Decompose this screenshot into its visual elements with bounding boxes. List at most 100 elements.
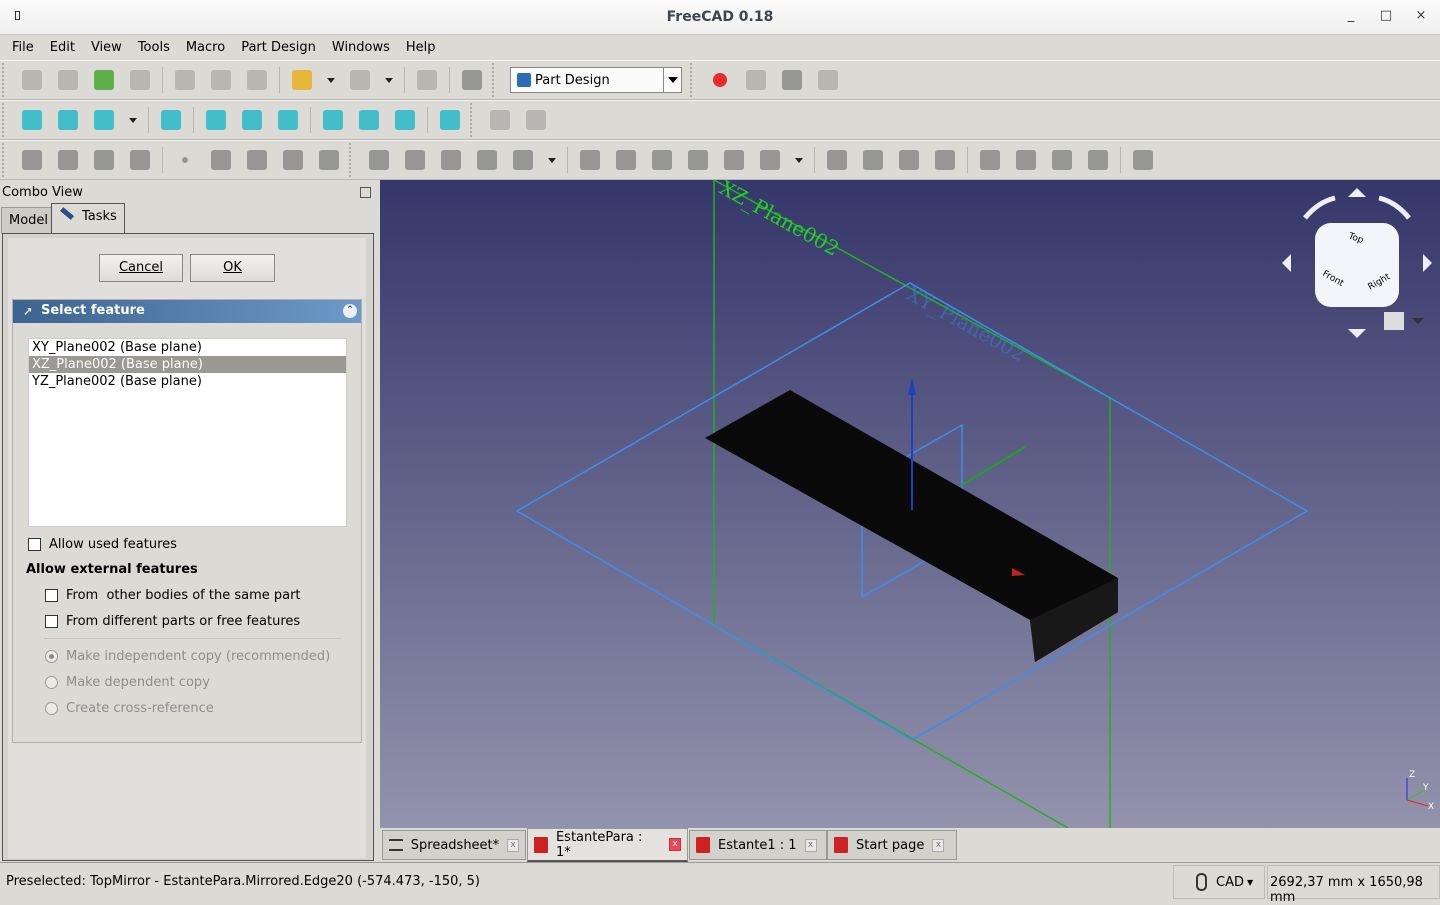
right-view-icon[interactable]	[270, 105, 306, 135]
chamfer-icon[interactable]	[1008, 145, 1044, 175]
import-icon[interactable]	[86, 65, 122, 95]
datum-point-icon[interactable]	[167, 145, 203, 175]
tab-estante1[interactable]: Estante1 : 1x	[689, 830, 827, 860]
close-tab-icon[interactable]: x	[932, 838, 945, 852]
undo-icon[interactable]	[284, 65, 320, 95]
menu-file[interactable]: File	[4, 40, 42, 55]
fillet-icon[interactable]	[972, 145, 1008, 175]
close-tab-icon[interactable]: x	[804, 838, 817, 852]
left-view-icon[interactable]	[387, 105, 423, 135]
toolbar-grip[interactable]	[2, 63, 10, 97]
minimize-button[interactable]: _	[1341, 8, 1361, 23]
subtractive-primitive-icon[interactable]	[752, 145, 788, 175]
clone-icon[interactable]	[311, 145, 347, 175]
additive-loft-icon[interactable]	[433, 145, 469, 175]
validate-sketch-icon[interactable]	[86, 145, 122, 175]
tab-model[interactable]: Model	[1, 207, 57, 234]
tab-spreadsheet[interactable]: Spreadsheet* x	[382, 830, 526, 860]
dropdown-arrow-icon[interactable]	[122, 105, 144, 135]
menu-part-design[interactable]: Part Design	[233, 40, 324, 55]
workbench-selector[interactable]: Part Design	[510, 67, 682, 93]
create-sketch-icon[interactable]	[50, 145, 86, 175]
dropdown-arrow-icon[interactable]	[788, 145, 810, 175]
mirrored-icon[interactable]	[819, 145, 855, 175]
copy-icon[interactable]	[203, 65, 239, 95]
menu-help[interactable]: Help	[398, 40, 444, 55]
allow-used-features-checkbox[interactable]: Allow used features	[28, 537, 177, 552]
whats-this-icon[interactable]	[454, 65, 490, 95]
create-part-icon[interactable]	[482, 105, 518, 135]
other-bodies-checkbox[interactable]: From other bodies of the same part	[45, 588, 301, 603]
ok-button[interactable]: OK	[190, 254, 275, 282]
navigation-style-selector[interactable]: CAD ▼	[1173, 865, 1265, 899]
menu-tools[interactable]: Tools	[130, 40, 178, 55]
tab-tasks[interactable]: Tasks	[51, 203, 125, 234]
close-tab-icon[interactable]: x	[669, 838, 681, 851]
redo-icon[interactable]	[342, 65, 378, 95]
list-item-selected[interactable]: XZ_Plane002 (Base plane)	[29, 356, 346, 373]
toolbar-grip[interactable]	[349, 143, 357, 177]
collapse-icon[interactable]: ⌃	[343, 304, 357, 318]
polar-pattern-icon[interactable]	[891, 145, 927, 175]
independent-copy-radio[interactable]: Make independent copy (recommended)	[45, 649, 330, 664]
fit-selection-icon[interactable]	[50, 105, 86, 135]
maximize-button[interactable]: □	[1376, 8, 1396, 23]
pad-icon[interactable]	[361, 145, 397, 175]
thickness-icon[interactable]	[1080, 145, 1116, 175]
fit-all-icon[interactable]	[14, 105, 50, 135]
draft-icon[interactable]	[1044, 145, 1080, 175]
tab-estantepara[interactable]: EstantePara : 1* x	[527, 828, 688, 862]
shape-binder-icon[interactable]	[122, 145, 158, 175]
rear-view-icon[interactable]	[315, 105, 351, 135]
toolbar-grip[interactable]	[2, 103, 10, 137]
menu-windows[interactable]: Windows	[324, 40, 398, 55]
boolean-icon[interactable]	[1125, 145, 1161, 175]
subtractive-loft-icon[interactable]	[680, 145, 716, 175]
datum-plane-icon[interactable]	[239, 145, 275, 175]
tab-start-page[interactable]: Start page x	[827, 830, 957, 860]
dropdown-arrow-icon[interactable]	[378, 65, 400, 95]
toolbar-grip[interactable]	[690, 63, 698, 97]
isometric-view-icon[interactable]	[153, 105, 189, 135]
macro-stop-icon[interactable]	[738, 65, 774, 95]
refresh-icon[interactable]	[409, 65, 445, 95]
menu-edit[interactable]: Edit	[42, 40, 83, 55]
toolbar-grip[interactable]	[470, 103, 478, 137]
close-tab-icon[interactable]: x	[507, 838, 519, 852]
subtractive-pipe-icon[interactable]	[716, 145, 752, 175]
draw-style-icon[interactable]	[86, 105, 122, 135]
pocket-icon[interactable]	[572, 145, 608, 175]
dropdown-arrow-icon[interactable]	[320, 65, 342, 95]
feature-list[interactable]: XY_Plane002 (Base plane) XZ_Plane002 (Ba…	[28, 338, 347, 527]
measure-icon[interactable]	[432, 105, 468, 135]
toolbar-grip[interactable]	[2, 143, 10, 177]
multi-transform-icon[interactable]	[927, 145, 963, 175]
top-view-icon[interactable]	[234, 105, 270, 135]
toolbar-grip[interactable]	[492, 63, 500, 97]
new-file-icon[interactable]	[14, 65, 50, 95]
navigation-cube[interactable]: Top Front Right	[1282, 188, 1432, 338]
close-button[interactable]: ×	[1411, 8, 1431, 23]
revolution-icon[interactable]	[397, 145, 433, 175]
list-item[interactable]: YZ_Plane002 (Base plane)	[29, 373, 346, 390]
menu-view[interactable]: View	[83, 40, 130, 55]
dropdown-arrow-icon[interactable]	[541, 145, 563, 175]
3d-viewport[interactable]: XZ_Plane002 XY_Plane002 Top Front Right	[380, 180, 1440, 828]
cut-icon[interactable]	[167, 65, 203, 95]
macro-edit-icon[interactable]	[774, 65, 810, 95]
list-item[interactable]: XY_Plane002 (Base plane)	[29, 339, 346, 356]
hole-icon[interactable]	[608, 145, 644, 175]
groove-icon[interactable]	[644, 145, 680, 175]
macro-run-icon[interactable]	[810, 65, 846, 95]
cross-reference-radio[interactable]: Create cross-reference	[45, 701, 214, 716]
bottom-view-icon[interactable]	[351, 105, 387, 135]
print-icon[interactable]	[122, 65, 158, 95]
paste-icon[interactable]	[239, 65, 275, 95]
datum-line-icon[interactable]	[203, 145, 239, 175]
create-group-icon[interactable]	[518, 105, 554, 135]
dependent-copy-radio[interactable]: Make dependent copy	[45, 675, 210, 690]
create-body-icon[interactable]	[14, 145, 50, 175]
front-view-icon[interactable]	[198, 105, 234, 135]
undock-icon[interactable]	[360, 187, 371, 198]
linear-pattern-icon[interactable]	[855, 145, 891, 175]
